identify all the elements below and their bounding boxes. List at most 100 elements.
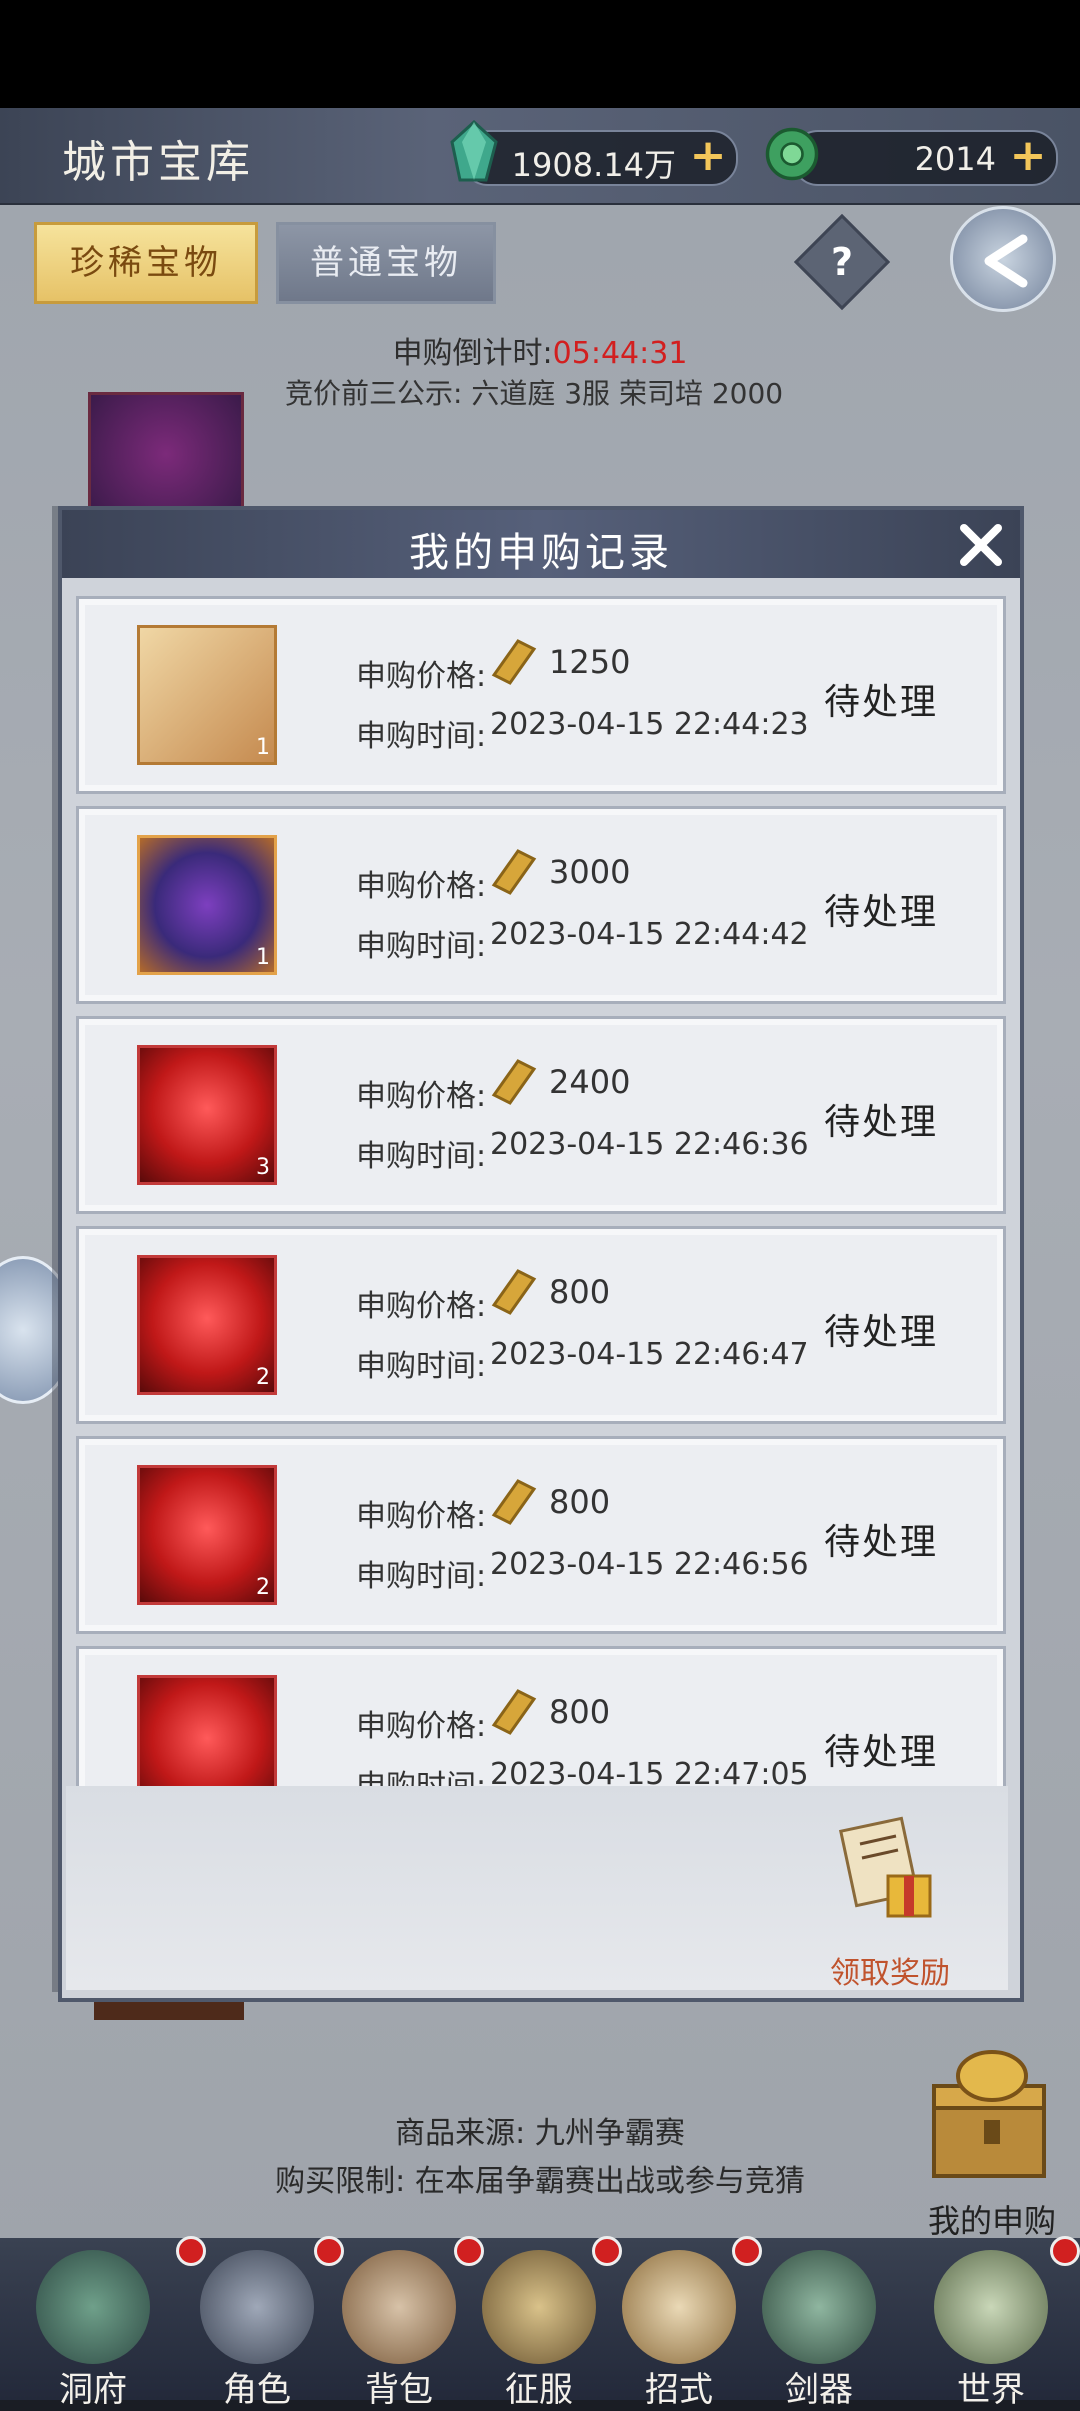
price-label: 申购价格:: [356, 659, 487, 694]
add-spirit-stone-button[interactable]: +: [688, 134, 728, 178]
green-crystal-icon: [450, 120, 498, 182]
sword-icon: [762, 2250, 876, 2364]
back-button[interactable]: [950, 206, 1056, 312]
nav-swords[interactable]: 剑器: [754, 2250, 884, 2410]
time-value: 2023-04-15 22:46:36: [490, 1127, 809, 1162]
price-value: 800: [549, 1273, 611, 1311]
currency-spirit-stone-value: 1908.14万: [511, 146, 676, 184]
price-label: 申购价格:: [356, 869, 487, 904]
status-text: 待处理: [824, 682, 939, 723]
price-value: 800: [549, 1693, 611, 1731]
record-item: 1 申购价格: 3000 申购时间: 2023-04-15 22:44:42 待…: [76, 806, 1006, 1004]
top-header: 城市宝库 1908.14万 + 2014 +: [0, 108, 1080, 205]
price-label: 申购价格:: [356, 1499, 487, 1534]
nav-world-label: 世界: [957, 2370, 1025, 2410]
currency-jade: 2014 +: [792, 130, 1058, 186]
status-text: 待处理: [824, 1732, 939, 1773]
scroll-book-icon[interactable]: 1: [137, 625, 277, 765]
record-item: 申购价格: 800 申购时间: 2023-04-15 22:47:05 待处理: [76, 1646, 1006, 1788]
gold-token-icon: [491, 849, 537, 895]
price-value: 800: [549, 1483, 611, 1521]
nav-bag[interactable]: 背包: [334, 2250, 464, 2410]
item-count: 3: [256, 1155, 270, 1180]
nav-bag-label: 背包: [365, 2370, 433, 2410]
item-count: 2: [256, 1365, 270, 1390]
close-button[interactable]: [952, 516, 1010, 574]
status-text: 待处理: [824, 1522, 939, 1563]
nav-world[interactable]: 世界: [926, 2250, 1056, 2410]
jade-coin-icon: [765, 127, 819, 181]
world-map-icon: [934, 2250, 1048, 2364]
nav-skills-label: 招式: [645, 2370, 713, 2410]
nav-cave[interactable]: 洞府: [28, 2250, 158, 2410]
notification-dot: [314, 2236, 344, 2266]
page-title: 城市宝库: [62, 137, 254, 188]
red-dragon-orb-icon[interactable]: 3: [137, 1045, 277, 1185]
claim-reward-label: 领取奖励: [830, 1956, 950, 1991]
time-label: 申购时间:: [356, 929, 487, 964]
red-jade-orb-icon[interactable]: 2: [137, 1255, 277, 1395]
time-label: 申购时间:: [356, 1139, 487, 1174]
price-value: 1250: [549, 643, 631, 681]
modal-header: 我的申购记录: [62, 510, 1020, 578]
countdown-time: 05:44:31: [552, 336, 688, 371]
nav-skills[interactable]: 招式: [614, 2250, 744, 2410]
item-count: 1: [256, 945, 270, 970]
skill-scroll-icon: [622, 2250, 736, 2364]
time-value: 2023-04-15 22:44:42: [490, 917, 809, 952]
nav-conquest[interactable]: 征服: [474, 2250, 604, 2410]
item-count: 2: [256, 1575, 270, 1600]
nav-cave-label: 洞府: [59, 2370, 127, 2410]
claim-reward-button[interactable]: 领取奖励: [810, 1816, 960, 1991]
nav-character[interactable]: 角色: [192, 2250, 322, 2410]
time-label: 申购时间:: [356, 1769, 487, 1788]
status-text: 待处理: [824, 1312, 939, 1353]
add-jade-button[interactable]: +: [1008, 134, 1048, 178]
notification-dot: [454, 2236, 484, 2266]
record-list[interactable]: 1 申购价格: 1250 申购时间: 2023-04-15 22:44:23 待…: [76, 596, 1006, 1788]
character-icon: [200, 2250, 314, 2364]
banner-icon[interactable]: 1: [137, 835, 277, 975]
status-text: 待处理: [824, 892, 939, 933]
crossed-swords-icon: [482, 2250, 596, 2364]
red-beast-orb-icon[interactable]: [137, 1675, 277, 1788]
gold-token-icon: [491, 1059, 537, 1105]
notification-dot: [176, 2236, 206, 2266]
tab-normal-treasure[interactable]: 普通宝物: [276, 222, 496, 304]
bag-icon: [342, 2250, 456, 2364]
tab-rare-treasure[interactable]: 珍稀宝物: [34, 222, 258, 304]
time-label: 申购时间:: [356, 719, 487, 754]
price-label: 申购价格:: [356, 1709, 487, 1744]
time-label: 申购时间:: [356, 1349, 487, 1384]
price-value: 3000: [549, 853, 631, 891]
time-label: 申购时间:: [356, 1559, 487, 1594]
time-value: 2023-04-15 22:46:56: [490, 1547, 809, 1582]
price-value: 2400: [549, 1063, 631, 1101]
my-subscription-button[interactable]: 我的申购: [904, 2040, 1080, 2240]
record-item: 2 申购价格: 800 申购时间: 2023-04-15 22:46:56 待处…: [76, 1436, 1006, 1634]
record-item: 2 申购价格: 800 申购时间: 2023-04-15 22:46:47 待处…: [76, 1226, 1006, 1424]
nav-conquest-label: 征服: [505, 2370, 573, 2410]
status-bar: [0, 0, 1080, 108]
gold-token-icon: [491, 1479, 537, 1525]
record-item: 1 申购价格: 1250 申购时间: 2023-04-15 22:44:23 待…: [76, 596, 1006, 794]
background-top-bidders-text: 竞价前三公示: 六道庭 3服 荣司培 2000: [285, 377, 784, 410]
item-count: 1: [256, 735, 270, 760]
cave-house-icon: [36, 2250, 150, 2364]
modal-footer: 领取奖励: [66, 1786, 1008, 1991]
nav-swords-label: 剑器: [785, 2370, 853, 2410]
my-subscription-label: 我的申购: [927, 2202, 1056, 2240]
currency-spirit-stone: 1908.14万 +: [462, 130, 738, 186]
price-label: 申购价格:: [356, 1289, 487, 1324]
time-value: 2023-04-15 22:46:47: [490, 1337, 809, 1372]
back-arrow-icon: [984, 234, 1028, 288]
red-beast-orb-icon[interactable]: 2: [137, 1465, 277, 1605]
subscription-record-modal: 我的申购记录 1 申购价格: 1250 申购时间: 2023-04-15 22:…: [58, 506, 1024, 2002]
nav-character-label: 角色: [223, 2370, 291, 2410]
time-value: 2023-04-15 22:47:05: [490, 1757, 809, 1788]
gold-token-icon: [491, 1269, 537, 1315]
countdown-label: 申购倒计时:: [392, 336, 553, 371]
treasure-chest-icon: [932, 2050, 1046, 2178]
record-item: 3 申购价格: 2400 申购时间: 2023-04-15 22:46:36 待…: [76, 1016, 1006, 1214]
time-value: 2023-04-15 22:44:23: [490, 707, 809, 742]
